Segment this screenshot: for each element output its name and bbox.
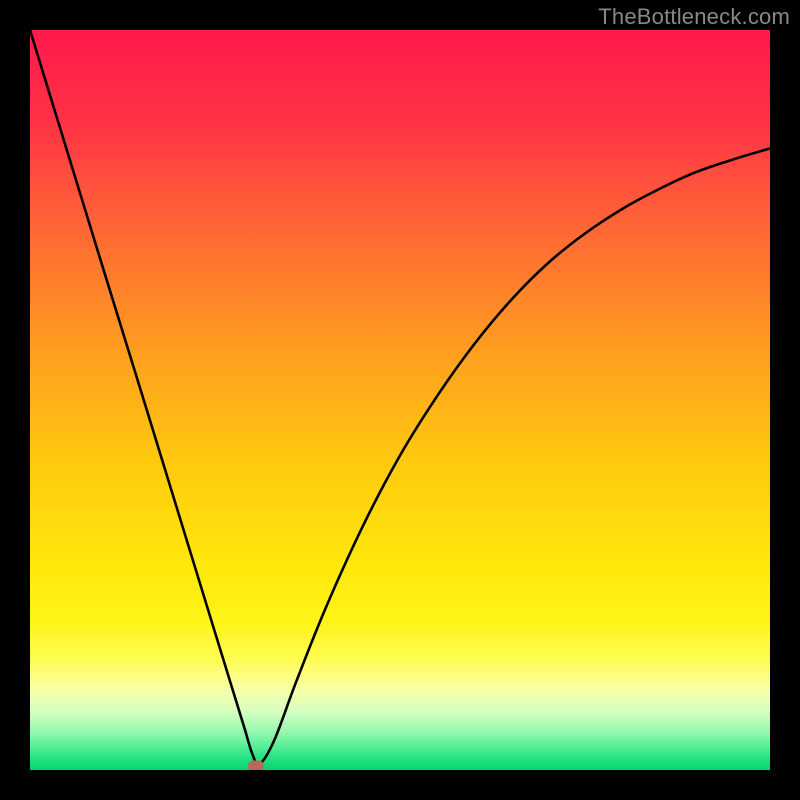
- minimum-marker: [248, 761, 264, 770]
- watermark-text: TheBottleneck.com: [598, 4, 790, 30]
- chart-frame: TheBottleneck.com: [0, 0, 800, 800]
- background-gradient: [30, 30, 770, 770]
- plot-area: [30, 30, 770, 770]
